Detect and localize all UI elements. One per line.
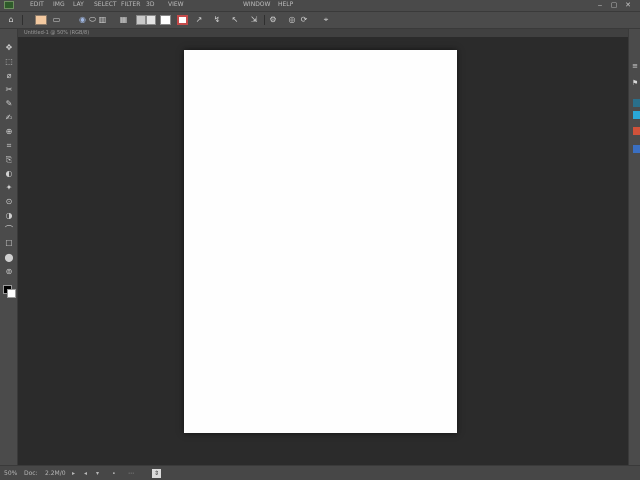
crop-tool-icon[interactable]: ✂ [4, 85, 14, 95]
restore-icon[interactable]: ▢ [610, 1, 618, 9]
panel-flag-icon[interactable]: ⚑ [631, 79, 639, 88]
doc-size: 2.2M/0 [45, 470, 66, 477]
blur-tool-icon[interactable]: ⊙ [4, 197, 14, 207]
eraser-tool-icon[interactable]: ◐ [4, 169, 14, 179]
document-canvas[interactable] [184, 50, 457, 433]
healing-tool-icon[interactable]: ⊕ [4, 127, 14, 137]
flow-icon[interactable]: ▥ [98, 15, 107, 25]
background-color-swatch[interactable] [7, 289, 16, 298]
menu-3d[interactable]: 3D [146, 1, 154, 9]
shape-tool-icon[interactable]: ⬤ [4, 253, 14, 263]
settings-icon[interactable]: ⚙ [268, 15, 278, 25]
mode-icon[interactable]: ▭ [52, 15, 61, 25]
menu-layer[interactable]: LAY [73, 1, 84, 9]
more-icon[interactable]: ⋯ [128, 469, 134, 478]
marquee-tool-icon[interactable]: ⬚ [4, 57, 14, 67]
app-logo [4, 1, 14, 9]
type-tool-icon[interactable]: ☐ [4, 239, 14, 249]
menu-select[interactable]: SELECT [94, 1, 117, 9]
minimize-icon[interactable]: ‒ [596, 1, 604, 9]
swatch-white[interactable] [160, 15, 171, 25]
brush-tool-icon[interactable]: ✍ [4, 113, 14, 123]
zoom-level[interactable]: 50% [4, 469, 17, 478]
history-brush-tool-icon[interactable]: ⎘ [4, 155, 14, 165]
panel-swatch-teal[interactable] [633, 99, 640, 107]
menu-edit[interactable]: EDIT [30, 1, 44, 9]
rotate-icon[interactable]: ⟳ [299, 15, 309, 25]
resize-handle-icon[interactable]: ⇕ [152, 469, 162, 478]
swatch-light-gray[interactable] [136, 15, 146, 25]
dot-icon[interactable]: ∙ [112, 469, 116, 478]
dodge-tool-icon[interactable]: ◑ [4, 211, 14, 221]
menu-filter[interactable]: FILTER [121, 1, 140, 9]
separator [264, 15, 265, 25]
menu-image[interactable]: IMG [53, 1, 65, 9]
swatch-red-outline[interactable] [177, 15, 188, 25]
doc-label: Doc: [24, 470, 38, 477]
dropdown-icon[interactable]: ▾ [96, 469, 99, 478]
tool-options-bar: ⌂ ▭ ◉ ⬭ ▥ ▦ ↗ ↯ ↖ ⇲ ⚙ ◎ ⟳ ⌖ [0, 12, 640, 29]
menu-view[interactable]: VIEW [168, 1, 184, 9]
smoothing-icon[interactable]: ↯ [212, 15, 222, 25]
eyedropper-tool-icon[interactable]: ✎ [4, 99, 14, 109]
panel-swatch-blue[interactable] [633, 145, 640, 153]
blend-icon[interactable]: ◉ [78, 15, 87, 25]
tool-preset-icon[interactable]: ⌂ [4, 15, 18, 25]
menu-window[interactable]: WINDOW [243, 1, 270, 9]
menu-help[interactable]: HELP [278, 1, 293, 9]
document-tab-bar: Untitled-1 @ 50% (RGB/8) [18, 29, 628, 37]
pointer-icon[interactable]: ↖ [230, 15, 240, 25]
stamp-tool-icon[interactable]: ⌗ [4, 141, 14, 151]
swatch-lighter-gray[interactable] [146, 15, 156, 25]
panel-swatch-cyan[interactable] [633, 111, 640, 119]
target-icon[interactable]: ◎ [287, 15, 297, 25]
tools-panel: ✥ ⬚ ⌀ ✂ ✎ ✍ ⊕ ⌗ ⎘ ◐ ✦ ⊙ ◑ ⌒ ☐ ⬤ ⊚ [0, 29, 18, 465]
pen-tool-icon[interactable]: ⌒ [4, 225, 14, 235]
color-chip[interactable] [35, 15, 47, 25]
separator [22, 15, 23, 25]
transform-icon[interactable]: ⇲ [249, 15, 259, 25]
lasso-tool-icon[interactable]: ⌀ [4, 71, 14, 81]
pressure-icon[interactable]: ▦ [119, 15, 128, 25]
airbrush-icon[interactable]: ↗ [194, 15, 204, 25]
photo-editor-window: EDIT IMG LAY SELECT FILTER 3D VIEW WINDO… [0, 0, 640, 480]
panel-menu-icon[interactable]: ≡ [631, 62, 639, 71]
status-bar: 50% Doc: 2.2M/0 ▸ ◂ ▾ ∙ ⋯ ⇕ [0, 465, 640, 480]
gradient-tool-icon[interactable]: ✦ [4, 183, 14, 193]
back-icon[interactable]: ◂ [84, 469, 87, 478]
opacity-icon[interactable]: ⬭ [88, 15, 97, 25]
menu-bar: EDIT IMG LAY SELECT FILTER 3D VIEW WINDO… [0, 0, 640, 12]
play-icon[interactable]: ▸ [72, 469, 75, 478]
zoom-tool-icon[interactable]: ⊚ [4, 267, 14, 277]
crosshair-icon[interactable]: ⌖ [321, 15, 331, 25]
close-icon[interactable]: ✕ [624, 1, 632, 9]
panel-swatch-orange[interactable] [633, 127, 640, 135]
right-panel-strip: ≡ ⚑ [628, 29, 640, 465]
move-tool-icon[interactable]: ✥ [4, 43, 14, 53]
document-tab[interactable]: Untitled-1 @ 50% (RGB/8) [24, 29, 89, 37]
canvas-area[interactable] [18, 37, 628, 465]
